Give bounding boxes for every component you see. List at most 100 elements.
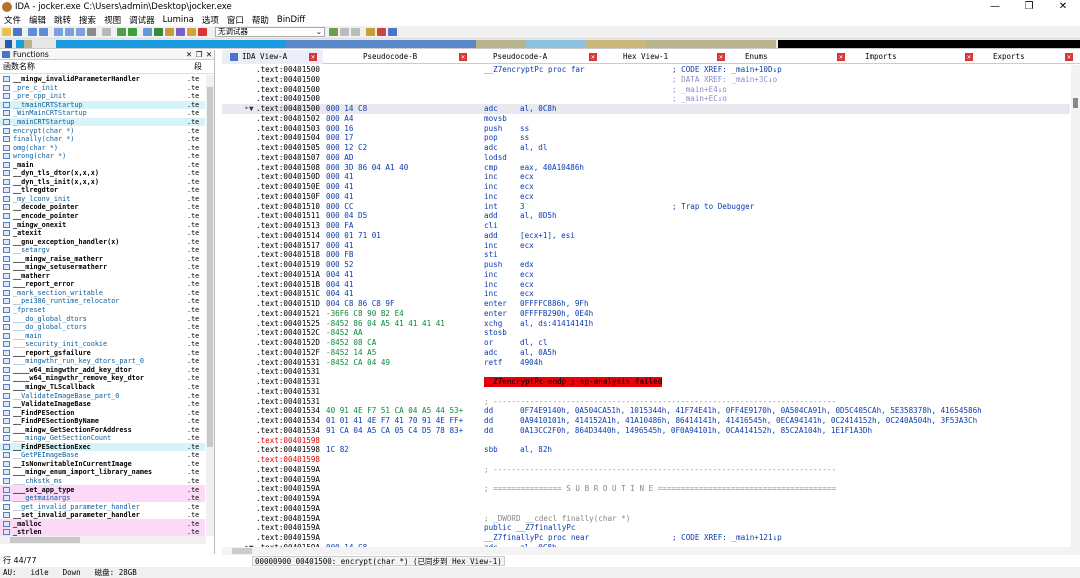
disasm-line[interactable]: .text:00401531 -8452 CA 04 49 retf 4904h bbox=[222, 358, 1070, 368]
function-list-item[interactable]: __FindPESectionByName .te bbox=[0, 417, 205, 426]
disasm-line[interactable]: .text:00401531 bbox=[222, 367, 1070, 377]
disasm-line[interactable]: .text:0040150F 000 41 inc ecx bbox=[222, 192, 1070, 202]
function-list-item[interactable]: ___mingw_enum_import_library_names .te bbox=[0, 468, 205, 477]
menu-debugger[interactable]: 调试器 bbox=[129, 14, 155, 26]
function-list-item[interactable]: ___mingw_raise_matherr .te bbox=[0, 254, 205, 263]
function-list-item[interactable]: ___report_gsfailure .te bbox=[0, 349, 205, 358]
function-list-item[interactable]: _atexit .te bbox=[0, 229, 205, 238]
disasm-line[interactable]: .text:00401513 000 FA cli bbox=[222, 221, 1070, 231]
disasm-line[interactable]: .text:0040152D -8452 08 CA or dl, cl bbox=[222, 338, 1070, 348]
disasm-line[interactable]: .text:00401507 000 AD lodsd bbox=[222, 153, 1070, 163]
close-button[interactable]: ✕ bbox=[1046, 0, 1080, 14]
search-binary-icon[interactable] bbox=[76, 28, 85, 36]
disasm-line[interactable]: .text:00401598 bbox=[222, 436, 1070, 446]
disasm-line[interactable]: .text:00401504 000 17 pop ss bbox=[222, 133, 1070, 143]
column-function-name[interactable]: 函数名称 bbox=[0, 61, 194, 72]
function-list-item[interactable]: __IsNonwritableInCurrentImage .te bbox=[0, 460, 205, 469]
function-list-item[interactable]: finally(char *) .te bbox=[0, 135, 205, 144]
tab-exports[interactable]: Exports ✕ bbox=[979, 50, 1079, 64]
scroll-thumb[interactable] bbox=[232, 548, 252, 554]
function-list-item[interactable]: wrong(char *) .te bbox=[0, 152, 205, 161]
function-list-item[interactable]: ___security_init_cookie .te bbox=[0, 340, 205, 349]
code-icon[interactable] bbox=[143, 28, 152, 36]
disasm-line[interactable]: .text:0040159A public __Z7finallyPc bbox=[222, 523, 1070, 533]
close-icon[interactable]: ✕ bbox=[309, 52, 317, 61]
close-icon[interactable]: ✕ bbox=[1065, 52, 1073, 61]
function-list-item[interactable]: ___mingw_GetSectionForAddress .te bbox=[0, 425, 205, 434]
disasm-line[interactable]: .text:0040159A __Z7finallyPc proc near ; C… bbox=[222, 533, 1070, 543]
disasm-line[interactable]: .text:00401534 40 91 4E F7 51 CA 04 A5 44… bbox=[222, 406, 1070, 416]
function-list-item[interactable]: _fpreset .te bbox=[0, 306, 205, 315]
function-list-item[interactable]: omg(char *) .te bbox=[0, 143, 205, 152]
disasm-line[interactable]: .text:00401598 1C 82 sbb al, 82h bbox=[222, 445, 1070, 455]
function-list-item[interactable]: _pre_c_init .te bbox=[0, 84, 205, 93]
function-list-item[interactable]: __dyn_tls_dtor(x,x,x) .te bbox=[0, 169, 205, 178]
tab-hex-view-1[interactable]: Hex View-1 ✕ bbox=[603, 50, 731, 64]
close-icon[interactable]: ✕ bbox=[184, 50, 194, 59]
functions-horizontal-scrollbar[interactable] bbox=[0, 536, 206, 544]
plugin-icon[interactable] bbox=[388, 28, 397, 36]
run-icon[interactable] bbox=[128, 28, 137, 36]
function-list-item[interactable]: ___mingwthr_run_key_dtors_part_0 .te bbox=[0, 357, 205, 366]
menu-file[interactable]: 文件 bbox=[4, 14, 21, 26]
struct-icon[interactable] bbox=[176, 28, 185, 36]
graph-view-icon[interactable] bbox=[117, 28, 126, 36]
search-icon[interactable] bbox=[54, 28, 63, 36]
function-list-item[interactable]: ___getmainargs .te bbox=[0, 493, 205, 503]
function-list-item[interactable]: _mainCRTStartup .te bbox=[0, 117, 205, 127]
function-list-item[interactable]: _WinMainCRTStartup .te bbox=[0, 109, 205, 118]
function-list-item[interactable]: __mingw_invalidParameterHandler .te bbox=[0, 75, 205, 84]
disasm-line[interactable]: .text:0040150E 000 41 inc ecx bbox=[222, 182, 1070, 192]
function-list-item[interactable]: ___set_app_type .te bbox=[0, 485, 205, 494]
disasm-line[interactable]: .text:0040151C 004 41 inc ecx bbox=[222, 289, 1070, 299]
menu-windows[interactable]: 窗口 bbox=[227, 14, 244, 26]
menu-view[interactable]: 视图 bbox=[104, 14, 121, 26]
disasm-line[interactable]: .text:00401511 000 04 D5 add al, 0D5h bbox=[222, 211, 1070, 221]
disasm-line[interactable]: .text:00401534 91 CA 04 A5 CA 05 C4 D5 78… bbox=[222, 426, 1070, 436]
pause-icon[interactable] bbox=[340, 28, 349, 36]
disasm-line[interactable]: .text:0040159A ; _DWORD __cdecl finally(c… bbox=[222, 514, 1070, 524]
forward-icon[interactable] bbox=[39, 28, 48, 36]
tab-pseudocode-b[interactable]: Pseudocode-B ✕ bbox=[323, 50, 473, 64]
menu-help[interactable]: 帮助 bbox=[252, 14, 269, 26]
function-list-item[interactable]: __decode_pointer .te bbox=[0, 203, 205, 212]
menu-lumina[interactable]: Lumina bbox=[163, 15, 194, 25]
disasm-line[interactable]: .text:0040152C -8452 AA stosb bbox=[222, 328, 1070, 338]
minimize-button[interactable]: — bbox=[978, 0, 1012, 14]
function-list-item[interactable]: ___do_global_ctors .te bbox=[0, 323, 205, 332]
disasm-line[interactable]: • ▼ .text:00401500 000 14 C8 adc al, 0C8h bbox=[222, 104, 1070, 114]
disasm-line[interactable]: .text:0040159A bbox=[222, 494, 1070, 504]
function-list-item[interactable]: __gnu_exception_handler(x) .te bbox=[0, 237, 205, 246]
save-icon[interactable] bbox=[13, 28, 22, 36]
disasm-line[interactable]: .text:00401517 000 41 inc ecx bbox=[222, 241, 1070, 251]
function-list-item[interactable]: _malloc .te bbox=[0, 519, 205, 528]
function-list-item[interactable]: ___mingw_setusermatherr .te bbox=[0, 263, 205, 272]
disasm-line[interactable]: .text:00401531 bbox=[222, 387, 1070, 397]
disasm-line[interactable]: .text:00401531 __Z7encryptPc endp ; sp-an… bbox=[222, 377, 1070, 387]
function-list-item[interactable]: encrypt(char *) .te bbox=[0, 126, 205, 135]
function-list-item[interactable]: __GetPEImageBase .te bbox=[0, 451, 205, 460]
disasm-line[interactable]: .text:00401519 000 52 push edx bbox=[222, 260, 1070, 270]
function-list-item[interactable]: __ValidateImageBase_part_0 .te bbox=[0, 391, 205, 400]
disasm-line[interactable]: .text:0040159A ; =============== S U B R … bbox=[222, 484, 1070, 494]
function-list-item[interactable]: _main .te bbox=[0, 160, 205, 169]
menu-search[interactable]: 搜索 bbox=[79, 14, 96, 26]
disasm-line[interactable]: .text:00401500 ; _main+E4↓o bbox=[222, 85, 1070, 95]
disasm-line[interactable]: .text:00401500 __Z7encryptPc proc far ; CO… bbox=[222, 65, 1070, 75]
enum-icon[interactable] bbox=[187, 28, 196, 36]
disasm-line[interactable]: .text:0040152F -8452 14 A5 adc al, 0A5h bbox=[222, 348, 1070, 358]
close-pane-icon[interactable]: ✕ bbox=[204, 50, 214, 59]
close-icon[interactable]: ✕ bbox=[965, 52, 973, 61]
disasm-line[interactable]: .text:00401508 000 3D 86 04 A1 40 cmp eax, … bbox=[222, 163, 1070, 173]
function-list-item[interactable]: __tlregdtor .te bbox=[0, 186, 205, 195]
disasm-line[interactable]: .text:0040159A bbox=[222, 475, 1070, 485]
disasm-line[interactable]: .text:00401514 000 01 71 01 add [ecx+1], es… bbox=[222, 231, 1070, 241]
debugger-select[interactable]: 无调试器 ⌄ bbox=[215, 27, 325, 37]
float-icon[interactable]: ❐ bbox=[194, 50, 204, 59]
disasm-line[interactable]: .text:00401531 ; ------------------------… bbox=[222, 397, 1070, 407]
close-icon[interactable]: ✕ bbox=[459, 52, 467, 61]
function-list-item[interactable]: __encode_pointer .te bbox=[0, 212, 205, 221]
maximize-button[interactable]: ❐ bbox=[1012, 0, 1046, 14]
function-list-item[interactable]: __matherr .te bbox=[0, 272, 205, 281]
disasm-line[interactable]: .text:0040151D 004 C8 86 C8 9F enter 0FFFFC… bbox=[222, 299, 1070, 309]
